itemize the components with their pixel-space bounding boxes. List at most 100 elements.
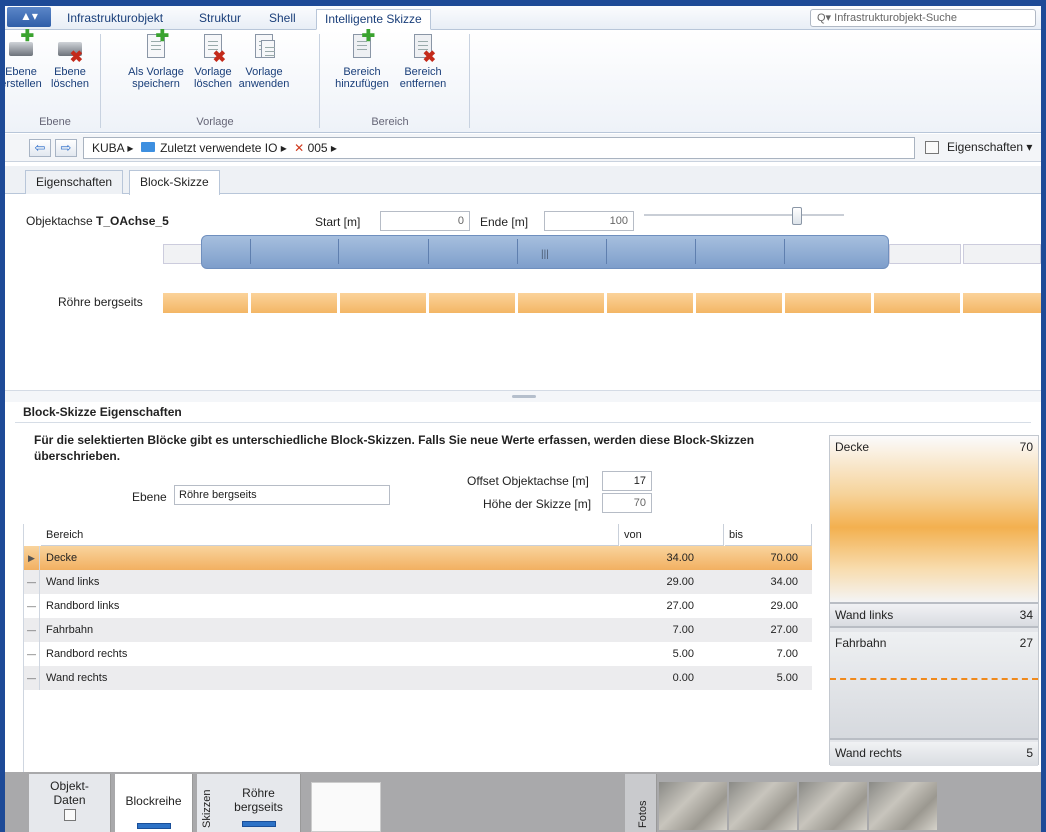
- cell-von: 7.00: [672, 624, 694, 636]
- block-sketch-area: Objektachse T_OAchse_5 Start [m] 0 Ende …: [5, 195, 1041, 390]
- start-input[interactable]: 0: [380, 211, 470, 231]
- breadcrumb-005[interactable]: 005 ▸: [308, 141, 337, 155]
- layer-block[interactable]: [429, 293, 518, 313]
- objekt-daten-button[interactable]: Objekt- Daten: [29, 774, 111, 832]
- range-delete-icon: ✖: [410, 34, 436, 66]
- cell-von: 0.00: [672, 672, 694, 684]
- ende-label: Ende [m]: [480, 215, 529, 229]
- tab-struktur[interactable]: Struktur: [191, 9, 249, 30]
- table-row[interactable]: ▶ Decke 34.00 70.00: [24, 546, 812, 570]
- als-vorlage-speichern-button[interactable]: ✚ Als Vorlage speichern: [123, 29, 189, 91]
- layer-block[interactable]: [518, 293, 607, 313]
- column-header-bereich[interactable]: Bereich: [41, 524, 619, 546]
- forward-button[interactable]: ⇨: [55, 139, 77, 157]
- layer-block[interactable]: [340, 293, 429, 313]
- ende-input[interactable]: 100: [544, 211, 634, 231]
- photo-thumbnail[interactable]: [869, 782, 937, 830]
- preview-wand-rechts[interactable]: Wand rechts 5: [830, 742, 1038, 766]
- table-row[interactable]: — Fahrbahn 7.00 27.00: [24, 618, 812, 642]
- table-row[interactable]: — Randbord links 27.00 29.00: [24, 594, 812, 618]
- roehre-label: Röhre bergseits: [234, 786, 283, 814]
- ebene-erstellen-button[interactable]: ✚ Ebene erstellen: [5, 29, 43, 91]
- layer-block[interactable]: [251, 293, 340, 313]
- row-header: —: [24, 594, 40, 618]
- address-bar: ⇦ ⇨ KUBA ▸ Zuletzt verwendete IO ▸ ✕ 005…: [5, 134, 1041, 162]
- app-menu-button[interactable]: ▲▾: [7, 7, 51, 27]
- tab-eigenschaften[interactable]: Eigenschaften: [25, 170, 124, 194]
- back-button[interactable]: ⇦: [29, 139, 51, 157]
- preview-value: 5: [1026, 746, 1033, 760]
- block-divider: [784, 239, 785, 264]
- table-row[interactable]: — Randbord rechts 5.00 7.00: [24, 642, 812, 666]
- bereich-entfernen-button[interactable]: ✖ Bereich entfernen: [395, 34, 451, 90]
- photo-thumbnail[interactable]: [729, 782, 797, 830]
- block-row-icon: [115, 818, 192, 832]
- sketch-thumbnail[interactable]: [311, 782, 381, 832]
- lane-marking: [830, 678, 1038, 680]
- info-message: Für die selektierten Blöcke gibt es unte…: [34, 433, 755, 463]
- divider: [15, 422, 1031, 423]
- tab-infrastrukturobjekt[interactable]: Infrastrukturobjekt: [59, 9, 171, 30]
- ebene-input[interactable]: Röhre bergseits: [174, 485, 390, 505]
- breadcrumb[interactable]: KUBA ▸ Zuletzt verwendete IO ▸ ✕ 005 ▸: [83, 137, 915, 159]
- tab-block-skizze[interactable]: Block-Skizze: [129, 170, 220, 195]
- blockreihe-label: Blockreihe: [125, 794, 182, 808]
- photo-thumbnail[interactable]: [659, 782, 727, 830]
- range-slider[interactable]: [644, 207, 844, 225]
- layer-block[interactable]: [963, 293, 1041, 313]
- row-header: —: [24, 570, 40, 594]
- ribbon-tab-bar: ▲▾ Infrastrukturobjekt Struktur Shell In…: [5, 6, 1041, 30]
- layer-block[interactable]: [607, 293, 696, 313]
- ebene-label: Ebene: [132, 490, 167, 504]
- cell-bis: 7.00: [776, 648, 798, 660]
- tab-intelligente-skizze[interactable]: Intelligente Skizze: [316, 9, 431, 30]
- axis-cell: [889, 244, 961, 264]
- blockreihe-button[interactable]: Blockreihe: [115, 774, 193, 832]
- bereich-hinzufuegen-button[interactable]: ✚ Bereich hinzufügen: [331, 29, 393, 91]
- column-header-bis[interactable]: bis: [725, 524, 812, 546]
- eigenschaften-dropdown[interactable]: Eigenschaften ▾: [917, 137, 1041, 159]
- table-row[interactable]: — Wand links 29.00 34.00: [24, 570, 812, 594]
- table-row[interactable]: — Wand rechts 0.00 5.00: [24, 666, 812, 690]
- offset-input[interactable]: 17: [602, 471, 652, 491]
- folder-icon: [140, 142, 155, 152]
- ebene-loeschen-button[interactable]: ✖ Ebene löschen: [49, 34, 91, 90]
- preview-value: 70: [1019, 440, 1033, 454]
- bereich-table: Bereich von bis ▶ Decke 34.00 70.00 — Wa…: [23, 524, 812, 776]
- fotos-label: Fotos: [637, 800, 649, 828]
- layer-block[interactable]: [785, 293, 874, 313]
- cell-bis: 70.00: [770, 552, 798, 564]
- document-add-icon: ✚: [143, 29, 169, 62]
- cell-bereich: Fahrbahn: [46, 624, 94, 636]
- slider-track: [644, 214, 844, 216]
- layer-block[interactable]: [874, 293, 963, 313]
- tab-shell[interactable]: Shell: [261, 9, 304, 30]
- fotos-button[interactable]: Fotos: [625, 774, 657, 832]
- layer-add-icon: ✚: [8, 29, 34, 62]
- column-header-von[interactable]: von: [620, 524, 724, 546]
- hoehe-input[interactable]: 70: [602, 493, 652, 513]
- layer-block[interactable]: [163, 293, 251, 313]
- block-divider: [428, 239, 429, 264]
- vorlage-anwenden-button[interactable]: Vorlage anwenden: [237, 34, 291, 90]
- vorlage-loeschen-button[interactable]: ✖ Vorlage löschen: [191, 34, 235, 90]
- objektachse-label: Objektachse T_OAchse_5: [26, 214, 169, 228]
- group-separator: [100, 34, 101, 128]
- group-separator: [319, 34, 320, 128]
- block-divider: [695, 239, 696, 264]
- preview-fahrbahn[interactable]: Fahrbahn 27: [830, 632, 1038, 740]
- slider-thumb[interactable]: [792, 207, 802, 225]
- breadcrumb-zuletzt[interactable]: Zuletzt verwendete IO ▸: [160, 141, 287, 155]
- vorlage-loeschen-label: Vorlage löschen: [194, 66, 232, 90]
- splitter-grip[interactable]: [512, 395, 536, 398]
- preview-wand-links[interactable]: Wand links 34: [830, 604, 1038, 628]
- cell-bereich: Wand rechts: [46, 672, 108, 684]
- splitter[interactable]: [5, 390, 1041, 402]
- photo-thumbnail[interactable]: [799, 782, 867, 830]
- breadcrumb-kuba[interactable]: KUBA ▸: [92, 141, 133, 155]
- roehre-bergseits-button[interactable]: Skizzen Röhre bergseits: [197, 774, 301, 832]
- hoehe-label: Höhe der Skizze [m]: [483, 497, 592, 511]
- layer-block[interactable]: [696, 293, 785, 313]
- search-input[interactable]: Q▾ Infrastrukturobjekt-Suche: [810, 9, 1036, 27]
- preview-decke[interactable]: Decke 70: [830, 436, 1038, 604]
